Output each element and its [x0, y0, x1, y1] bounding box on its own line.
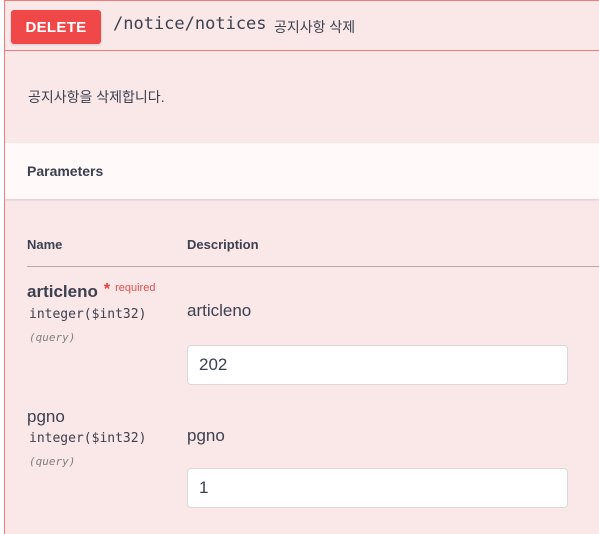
header-divider — [27, 266, 599, 267]
delete-operation-block: DELETE /notice/notices 공지사항 삭제 공지사항을 삭제합… — [4, 0, 599, 534]
required-label: required — [115, 282, 156, 294]
operation-description: 공지사항을 삭제합니다. — [28, 89, 165, 105]
param-description-pgno: pgno — [187, 426, 225, 445]
param-name-label: articleno — [27, 282, 98, 301]
column-header-name: Name — [27, 237, 63, 252]
param-name-articleno: articleno * required — [27, 281, 156, 302]
http-method-badge[interactable]: DELETE — [11, 10, 101, 44]
param-description-articleno: articleno — [187, 301, 252, 320]
pgno-input[interactable] — [187, 468, 568, 508]
column-header-description: Description — [187, 237, 259, 252]
operation-summary-bar[interactable]: DELETE /notice/notices 공지사항 삭제 — [5, 1, 599, 51]
parameters-section-header: Parameters — [5, 143, 599, 199]
articleno-input[interactable] — [187, 345, 568, 385]
operation-path[interactable]: /notice/notices — [113, 14, 267, 34]
parameters-title: Parameters — [27, 163, 104, 179]
param-type-pgno: integer($int32) — [29, 431, 147, 446]
operation-summary[interactable]: 공지사항 삭제 — [274, 17, 355, 37]
required-star: * — [103, 281, 111, 298]
param-name-pgno: pgno — [27, 407, 65, 426]
param-in-pgno: (query) — [29, 455, 76, 468]
param-type-articleno: integer($int32) — [29, 307, 147, 322]
param-in-articleno: (query) — [29, 331, 76, 344]
